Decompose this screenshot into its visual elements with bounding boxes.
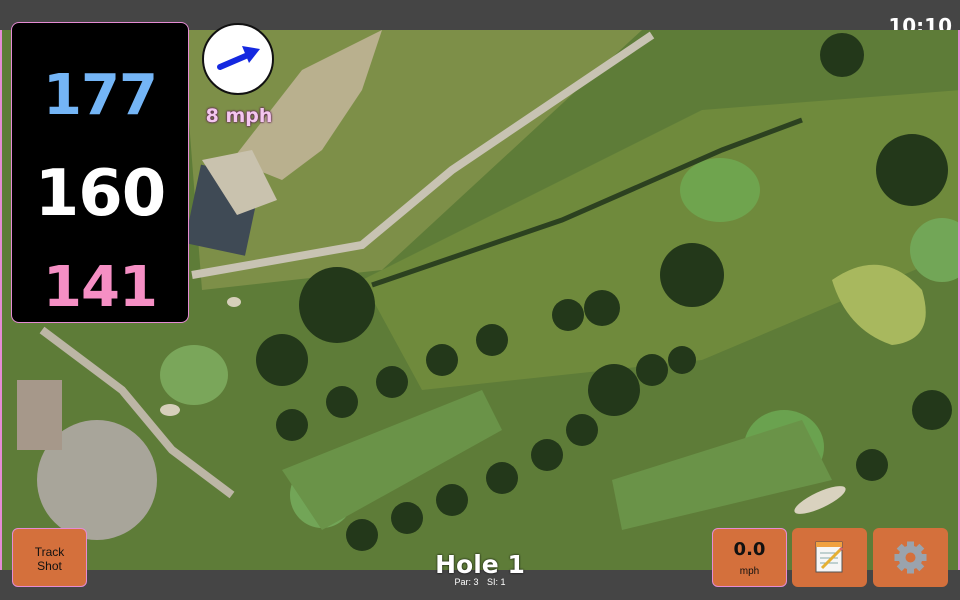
settings-button[interactable]	[873, 528, 948, 587]
track-shot-button[interactable]: Track Shot	[12, 528, 87, 587]
hole-par: Par: 3	[454, 577, 479, 587]
back-distance: 177	[43, 63, 158, 128]
distance-panel: 177 160 141	[11, 22, 189, 323]
speed-button[interactable]: 0.0 mph	[712, 528, 787, 587]
notepad-icon	[815, 541, 844, 573]
hole-si: SI: 1	[487, 577, 506, 587]
wind-speed: 8 mph	[205, 105, 273, 127]
notes-button[interactable]	[792, 528, 867, 587]
wind-arrow-icon	[217, 46, 260, 70]
front-distance: 141	[43, 255, 158, 320]
hole-title: Hole 1	[435, 550, 525, 579]
speed-unit: mph	[739, 566, 760, 577]
gear-icon	[894, 541, 927, 574]
middle-distance: 160	[34, 157, 167, 231]
wind-indicator	[202, 23, 274, 95]
speed-value: 0.0	[733, 539, 766, 560]
track-shot-label-line1: Track	[34, 545, 65, 559]
hole-info: Par: 3 SI: 1	[400, 577, 560, 587]
track-shot-label-line2: Shot	[37, 559, 62, 573]
